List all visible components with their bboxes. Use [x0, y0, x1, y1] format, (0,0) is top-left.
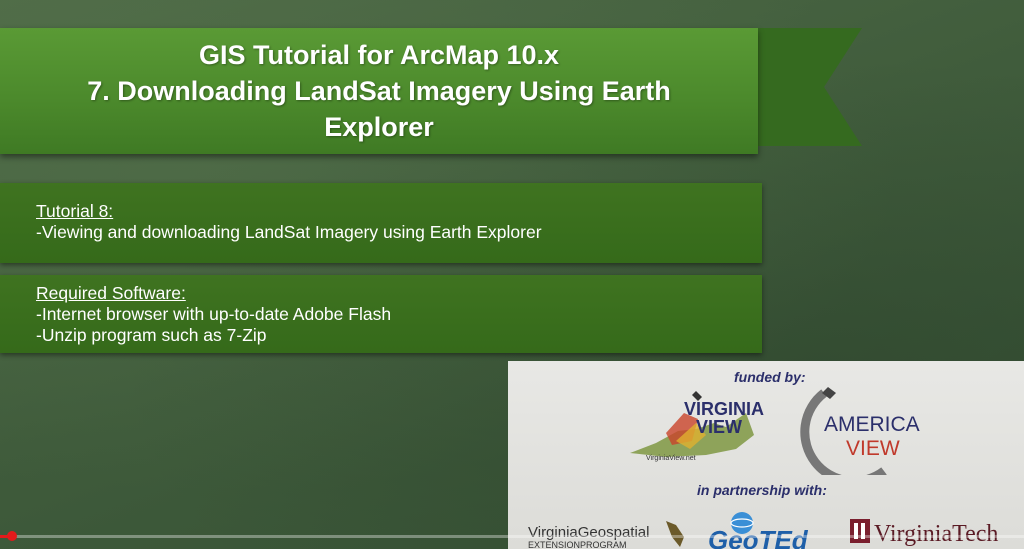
virginiatech-text: VirginiaTech [874, 521, 998, 547]
title-line-2: 7. Downloading LandSat Imagery Using Ear… [87, 76, 671, 106]
tutorial-heading: Tutorial 8: [36, 201, 114, 221]
vgep-line1: VirginiaGeospatial [528, 524, 649, 541]
sponsor-panel: funded by: VIRGINIA VIEW VirginiaView.ne… [508, 361, 1024, 549]
video-progress-handle[interactable] [7, 531, 18, 541]
software-heading: Required Software: [36, 283, 186, 303]
virginiaview-url: VirginiaView.net [646, 455, 696, 462]
virginiatech-logo: VirginiaTech [850, 519, 998, 547]
video-progress-bar[interactable] [0, 531, 1024, 541]
software-item-browser: -Internet browser with up-to-date Adobe … [36, 304, 392, 324]
americaview-logo: AMERICA VIEW [800, 387, 920, 475]
vgep-line2: EXTENSIONPROGRAM [528, 540, 627, 549]
virginiaview-line1: VIRGINIA [684, 399, 764, 419]
required-software-box: Required Software: -Internet browser wit… [0, 275, 762, 353]
title-banner: GIS Tutorial for ArcMap 10.x 7. Download… [0, 28, 758, 154]
partnership-label: in partnership with: [697, 482, 827, 498]
title-line-1: GIS Tutorial for ArcMap 10.x [198, 40, 560, 70]
americaview-line2: VIEW [846, 437, 900, 460]
ribbon-tail [752, 28, 862, 146]
virginiaview-line2: VIEW [696, 417, 742, 437]
americaview-line1: AMERICA [824, 413, 920, 436]
tutorial-description: -Viewing and downloading LandSat Imagery… [36, 222, 542, 242]
title-line-3: Explorer [324, 112, 434, 142]
virginiaview-logo: VIRGINIA VIEW VirginiaView.net [630, 391, 764, 462]
slide-background: GIS Tutorial for ArcMap 10.x 7. Download… [0, 0, 1024, 549]
geoted-logo: GeoTEd [708, 512, 809, 549]
vgep-logo: VirginiaGeospatial EXTENSIONPROGRAM [528, 521, 684, 549]
software-item-unzip: -Unzip program such as 7-Zip [36, 325, 267, 345]
tutorial-info-box: Tutorial 8: -Viewing and downloading Lan… [0, 183, 762, 263]
